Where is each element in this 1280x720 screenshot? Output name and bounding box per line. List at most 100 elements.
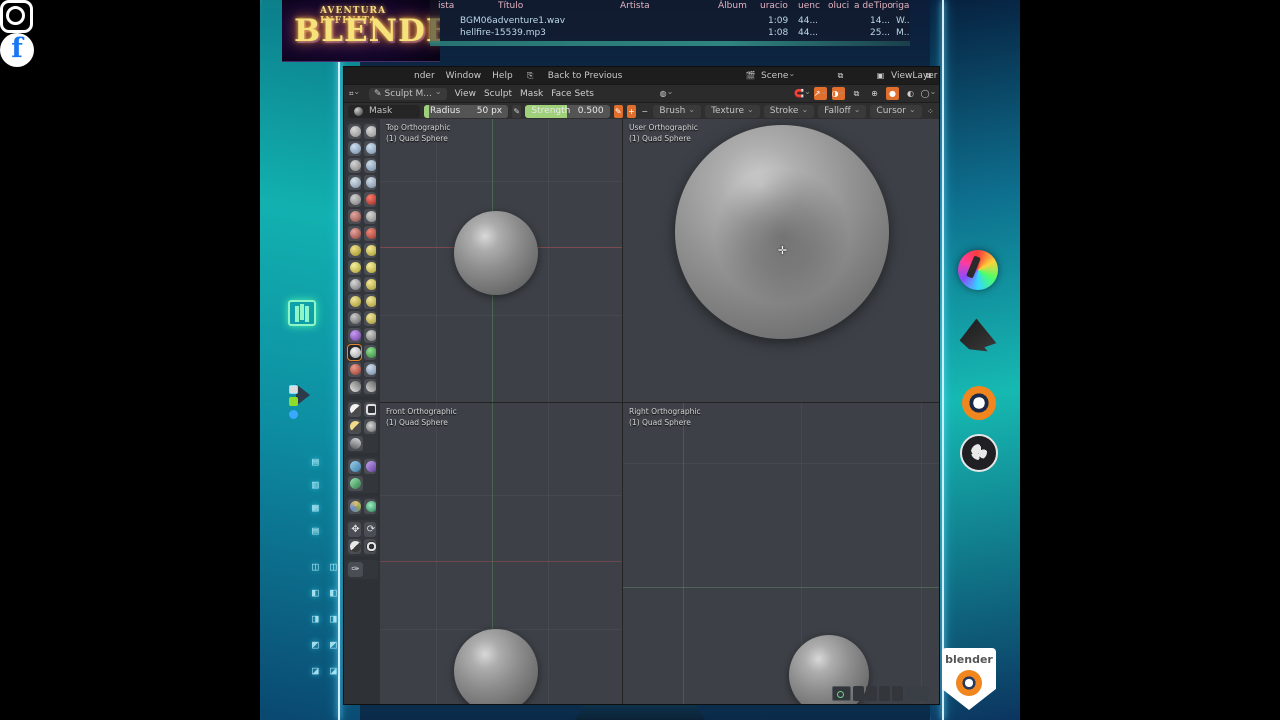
shading-solid-icon[interactable]: ● xyxy=(886,87,899,100)
back-to-previous-button[interactable]: Back to Previous xyxy=(548,71,623,81)
tool-cloth[interactable] xyxy=(348,328,361,343)
tool-multires-displacement-smear[interactable] xyxy=(363,362,376,377)
tool-pose[interactable] xyxy=(363,277,376,292)
new-viewlayer-icon[interactable]: ⧉ xyxy=(922,69,935,82)
tool-slide-relax[interactable] xyxy=(348,311,361,326)
tool-box-face-set[interactable] xyxy=(363,419,376,434)
scene-selector[interactable]: Scene xyxy=(761,71,795,81)
cursor-dropdown[interactable]: Cursor xyxy=(870,104,922,118)
tool-layer[interactable] xyxy=(363,158,376,173)
tool-scale[interactable] xyxy=(348,539,361,554)
viewport-user-orthographic[interactable]: ✛ User Orthographic (1) Quad Sphere xyxy=(623,119,939,402)
quad-sphere-object[interactable] xyxy=(454,211,538,295)
tool-lasso-mask[interactable] xyxy=(363,402,376,417)
falloff-dropdown[interactable]: Falloff xyxy=(818,104,867,118)
collection-button-2[interactable] xyxy=(866,685,877,701)
brush-dropdown[interactable]: Brush xyxy=(653,104,702,118)
tool-scrape[interactable] xyxy=(348,226,361,241)
shading-rendered-icon[interactable]: ◯ xyxy=(921,87,935,100)
tool-rotate-gizmo[interactable]: ⟳ xyxy=(363,522,376,537)
new-scene-icon[interactable]: ⧉ xyxy=(834,69,847,82)
radius-pressure-icon[interactable]: ✎ xyxy=(512,104,522,118)
quad-sphere-object[interactable] xyxy=(675,125,889,339)
stroke-dropdown[interactable]: Stroke xyxy=(763,104,815,118)
tool-paint[interactable] xyxy=(348,379,361,394)
tool-clay[interactable] xyxy=(348,141,361,156)
tool-smooth[interactable] xyxy=(363,192,376,207)
collection-button-5[interactable] xyxy=(905,685,929,701)
shading-material-icon[interactable]: ◐ xyxy=(904,87,917,100)
symmetry-icon[interactable]: ◑ xyxy=(832,87,845,100)
brush-selector[interactable]: Mask xyxy=(348,104,420,118)
tool-mask[interactable] xyxy=(347,344,362,361)
strength-slider[interactable]: Strength 0.500 xyxy=(525,104,610,118)
tool-inflate[interactable] xyxy=(348,175,361,190)
tool-cloth-filter[interactable] xyxy=(363,499,376,514)
blender-3dview-header[interactable]: ⌗ ✎ Sculpt M... View Sculpt Mask Face Se… xyxy=(344,84,939,102)
tool-fill[interactable] xyxy=(363,209,376,224)
tool-pinch[interactable] xyxy=(348,243,361,258)
menu-help[interactable]: Help xyxy=(492,71,513,81)
tool-rotate[interactable] xyxy=(363,294,376,309)
strength-pressure-icon[interactable]: ✎ xyxy=(613,104,623,118)
tool-smear[interactable] xyxy=(363,379,376,394)
sculpt-toolbar[interactable]: ✥ ⟳ ✑ xyxy=(344,119,380,704)
blender-window[interactable]: nder Window Help ⎘ Back to Previous 🎬 Sc… xyxy=(343,66,940,705)
tool-box-mask[interactable] xyxy=(348,402,361,417)
collection-button-3[interactable] xyxy=(879,685,890,701)
blender-tool-settings[interactable]: Mask Radius 50 px ✎ Strength 0.500 ✎ + −… xyxy=(344,102,939,119)
mode-selector[interactable]: ✎ Sculpt M... xyxy=(369,87,447,100)
menu-mask[interactable]: Mask xyxy=(520,89,543,99)
menu-window[interactable]: Window xyxy=(446,71,482,81)
radius-slider[interactable]: Radius 50 px xyxy=(424,104,509,118)
facebook-icon[interactable]: f xyxy=(0,33,34,67)
viewport-right-orthographic[interactable]: Right Orthographic (1) Quad Sphere xyxy=(623,403,939,704)
tool-snake-hook[interactable] xyxy=(363,260,376,275)
viewport-divider-horizontal[interactable] xyxy=(380,402,939,403)
tool-box-trim[interactable] xyxy=(348,459,361,474)
krita-icon[interactable] xyxy=(958,250,998,290)
blender-main-area[interactable]: ✥ ⟳ ✑ Top Orthographic (1) Quad Sphere ✛… xyxy=(344,119,939,704)
menu-render[interactable]: nder xyxy=(414,71,435,81)
tool-flatten[interactable] xyxy=(348,209,361,224)
media-player-track-row[interactable]: BGM06adventure1.wav 1:09 44... 14... W..… xyxy=(430,16,910,28)
media-player-overlay[interactable]: ista Título Artista Álbum uracio uenc ol… xyxy=(430,0,910,46)
proportional-edit-icon[interactable]: ↗ xyxy=(814,87,827,100)
show-gizmo-icon[interactable]: ⧉ xyxy=(850,87,863,100)
tool-blob[interactable] xyxy=(363,175,376,190)
tool-draw-sharp[interactable] xyxy=(363,124,376,139)
tool-clay-strips[interactable] xyxy=(363,141,376,156)
blender-topbar[interactable]: nder Window Help ⎘ Back to Previous 🎬 Sc… xyxy=(344,67,939,84)
collection-button-1[interactable] xyxy=(853,685,864,701)
tool-thumb[interactable] xyxy=(348,277,361,292)
visibility-options-icon[interactable]: ◍ xyxy=(660,87,673,100)
obs-icon[interactable] xyxy=(960,434,998,472)
tool-move[interactable]: ✥ xyxy=(348,522,361,537)
media-player-progress-bar[interactable] xyxy=(430,41,910,46)
viewport-front-orthographic[interactable]: Front Orthographic (1) Quad Sphere xyxy=(380,403,622,704)
collection-button-4[interactable] xyxy=(892,685,903,701)
editor-type-icon[interactable]: ⌗ xyxy=(348,87,361,100)
tool-box-hide[interactable] xyxy=(348,419,361,434)
texture-dropdown[interactable]: Texture xyxy=(705,104,760,118)
mask-add-icon[interactable]: + xyxy=(626,104,637,118)
blender-icon[interactable] xyxy=(962,386,996,420)
media-player-track-row[interactable]: hellfire-15539.mp3 1:08 44... 25... M... xyxy=(430,28,910,40)
tool-lasso-face-set[interactable] xyxy=(348,436,363,451)
menu-sculpt[interactable]: Sculpt xyxy=(484,89,512,99)
show-overlays-icon[interactable]: ⊕ xyxy=(868,87,881,100)
tool-grab[interactable] xyxy=(363,243,376,258)
options-icon[interactable]: ⁘ xyxy=(926,105,935,118)
tool-clay-thumb[interactable] xyxy=(348,158,361,173)
tool-multires-displacement-eraser[interactable] xyxy=(348,362,361,377)
tool-transform[interactable] xyxy=(363,539,376,554)
tool-simplify[interactable] xyxy=(363,328,376,343)
viewport-divider-vertical[interactable] xyxy=(622,119,623,704)
snap-icon[interactable]: 🧲 xyxy=(794,87,809,100)
tool-mesh-filter[interactable] xyxy=(348,499,361,514)
tool-draw-face-sets[interactable] xyxy=(363,345,376,360)
collection-visibility-bar[interactable] xyxy=(380,681,939,704)
tool-crease[interactable] xyxy=(348,192,361,207)
tool-annotate[interactable]: ✑ xyxy=(348,562,363,577)
instagram-icon[interactable] xyxy=(0,0,33,33)
